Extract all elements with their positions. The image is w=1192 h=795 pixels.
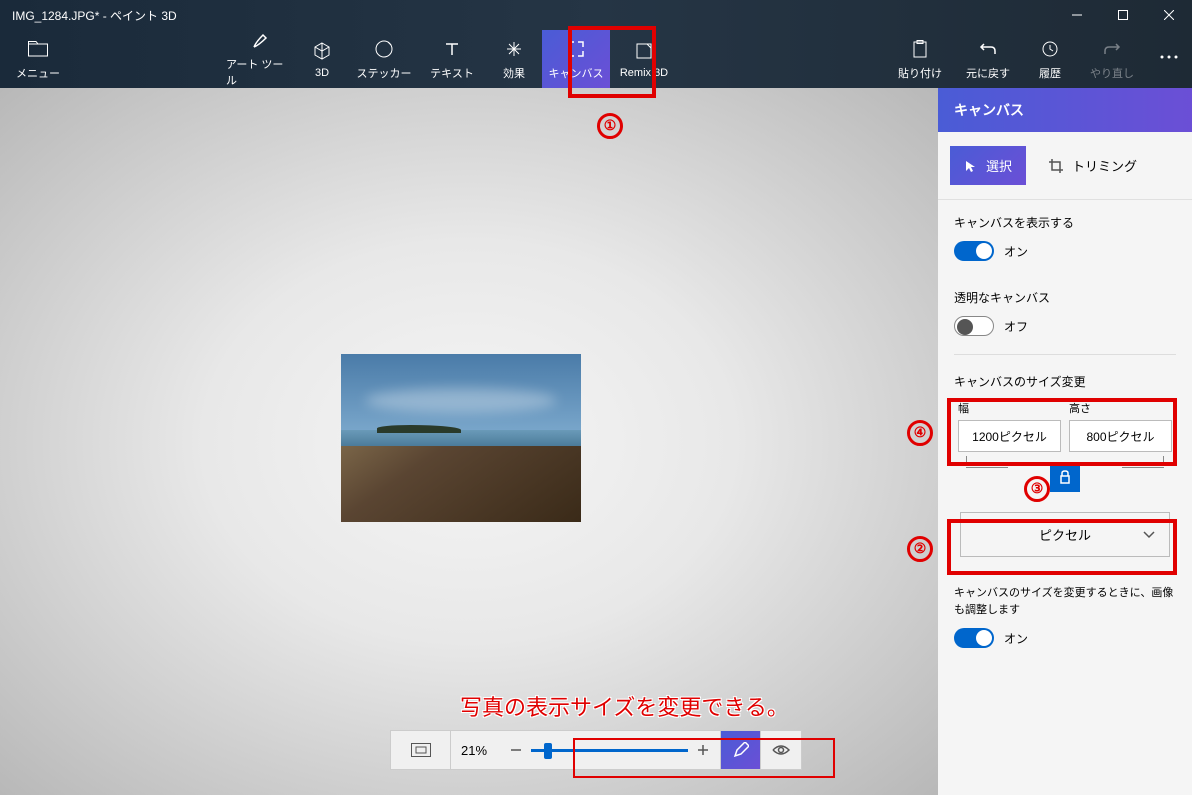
- zoom-percent: 21%: [461, 743, 501, 758]
- height-label: 高さ: [1069, 400, 1172, 416]
- expand-icon: [567, 37, 585, 61]
- effects-button[interactable]: 効果: [486, 30, 542, 88]
- resize-image-toggle[interactable]: [954, 628, 994, 648]
- ellipsis-icon: [1160, 45, 1178, 69]
- unit-dropdown[interactable]: ピクセル: [960, 512, 1170, 557]
- folder-icon: [28, 37, 48, 61]
- zoom-bar: 21%: [390, 730, 802, 770]
- menu-label: メニュー: [16, 65, 60, 81]
- panel-title: キャンバス: [938, 88, 1192, 132]
- more-button[interactable]: [1146, 30, 1192, 88]
- minimize-button[interactable]: [1054, 0, 1100, 30]
- redo-button[interactable]: やり直し: [1078, 30, 1146, 88]
- mode-row: 選択 トリミング: [938, 132, 1192, 200]
- close-button[interactable]: [1146, 0, 1192, 30]
- sticker-button[interactable]: ステッカー: [350, 30, 418, 88]
- window-controls: [1054, 0, 1192, 30]
- maximize-button[interactable]: [1100, 0, 1146, 30]
- text-icon: [444, 37, 460, 61]
- history-icon: [1041, 37, 1059, 61]
- fit-screen-button[interactable]: [391, 731, 451, 769]
- chevron-down-icon: [1143, 531, 1155, 539]
- crop-mode-button[interactable]: トリミング: [1034, 146, 1151, 185]
- side-panel: キャンバス 選択 トリミング キャンバスを表示する オン 透明なキャンバス オフ…: [938, 88, 1192, 795]
- resize-section: キャンバスのサイズ変更 幅 高さ: [938, 359, 1192, 508]
- brush-icon: [251, 30, 269, 52]
- lock-ratio-button[interactable]: [1050, 462, 1080, 492]
- select-mode-button[interactable]: 選択: [950, 146, 1026, 185]
- canvas-button[interactable]: キャンバス: [542, 30, 610, 88]
- edit-mode-button[interactable]: [721, 731, 761, 769]
- zoom-in-button[interactable]: [696, 743, 710, 757]
- text-button[interactable]: テキスト: [418, 30, 486, 88]
- undo-icon: [979, 37, 997, 61]
- view-mode-button[interactable]: [761, 731, 801, 769]
- 3d-button[interactable]: 3D: [294, 30, 350, 88]
- menu-button[interactable]: メニュー: [0, 30, 76, 88]
- transparent-section: 透明なキャンバス オフ: [938, 275, 1192, 350]
- annotation-zoom-text: 写真の表示サイズを変更できる。: [460, 690, 789, 722]
- cube-icon: [313, 39, 331, 63]
- workspace[interactable]: [0, 88, 938, 795]
- remix-button[interactable]: Remix 3D: [610, 30, 678, 88]
- clipboard-icon: [912, 37, 928, 61]
- titlebar: IMG_1284.JPG* - ペイント 3D: [0, 0, 1192, 30]
- width-label: 幅: [958, 400, 1061, 416]
- undo-button[interactable]: 元に戻す: [954, 30, 1022, 88]
- history-button[interactable]: 履歴: [1022, 30, 1078, 88]
- sticker-icon: [375, 37, 393, 61]
- toolbar: メニュー アート ツール 3D ステッカー テキスト 効果 キャンバス Remi…: [0, 30, 1192, 88]
- paste-button[interactable]: 貼り付け: [886, 30, 954, 88]
- art-tools-button[interactable]: アート ツール: [226, 30, 294, 88]
- redo-icon: [1103, 37, 1121, 61]
- cursor-icon: [964, 159, 978, 173]
- zoom-section: 21%: [451, 731, 721, 769]
- show-canvas-section: キャンバスを表示する オン: [938, 200, 1192, 275]
- width-input[interactable]: [958, 420, 1061, 452]
- resize-image-section: キャンバスのサイズを変更するときに、画像も調整します オン: [938, 571, 1192, 662]
- show-canvas-toggle[interactable]: [954, 241, 994, 261]
- crop-icon: [1048, 158, 1064, 174]
- zoom-out-button[interactable]: [509, 743, 523, 757]
- remix-icon: [635, 39, 653, 63]
- window-title: IMG_1284.JPG* - ペイント 3D: [12, 7, 1054, 24]
- sparkle-icon: [505, 37, 523, 61]
- zoom-slider[interactable]: [531, 749, 688, 752]
- transparent-toggle[interactable]: [954, 316, 994, 336]
- canvas-image[interactable]: [341, 354, 581, 522]
- height-input[interactable]: [1069, 420, 1172, 452]
